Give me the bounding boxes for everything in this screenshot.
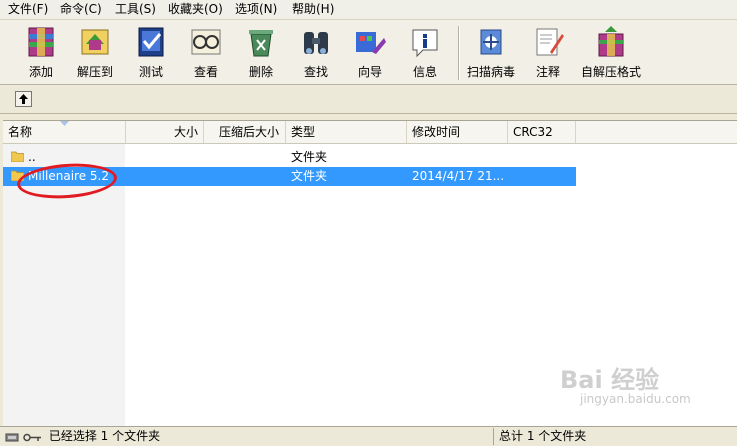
- watermark-url: jingyan.baidu.com: [580, 392, 691, 406]
- toolbar: 添加 解压到 测试 查看 删除 查找 向导 信息 扫描病毒 注释 自解压格式: [0, 20, 737, 85]
- folder-icon: [11, 151, 24, 162]
- view-button[interactable]: 查看: [179, 22, 233, 82]
- item-name: ..: [28, 150, 36, 164]
- column-header: 名称 大小 压缩后大小 类型 修改时间 CRC32: [3, 121, 737, 144]
- list-item[interactable]: .. 文件夹: [3, 148, 737, 167]
- comment-button[interactable]: 注释: [523, 22, 573, 82]
- column-modified[interactable]: 修改时间: [407, 121, 508, 143]
- menu-help[interactable]: 帮助(H): [290, 2, 336, 17]
- column-packed-size[interactable]: 压缩后大小: [204, 121, 286, 143]
- find-button[interactable]: 查找: [289, 22, 343, 82]
- scan-virus-button[interactable]: 扫描病毒: [463, 22, 519, 82]
- watermark-logo: Bai 经验: [560, 366, 660, 394]
- info-icon: [412, 29, 438, 58]
- column-size[interactable]: 大小: [126, 121, 204, 143]
- sfx-button[interactable]: 自解压格式: [577, 22, 645, 82]
- delete-button[interactable]: 删除: [234, 22, 288, 82]
- status-selection: 已经选择 1 个文件夹: [5, 429, 160, 444]
- address-bar: [0, 86, 737, 114]
- wizard-button[interactable]: 向导: [343, 22, 397, 82]
- menu-file[interactable]: 文件(F): [6, 2, 50, 17]
- column-type[interactable]: 类型: [286, 121, 407, 143]
- menu-bar: 文件(F) 命令(C) 工具(S) 收藏夹(O) 选项(N) 帮助(H): [0, 0, 737, 20]
- menu-tools[interactable]: 工具(S): [113, 2, 158, 17]
- delete-recycle-icon: [249, 30, 273, 57]
- up-folder-button[interactable]: [15, 91, 32, 107]
- test-check-icon: [138, 27, 164, 57]
- extract-to-button[interactable]: 解压到: [68, 22, 122, 82]
- view-glasses-icon: [191, 29, 221, 55]
- archive-add-icon: [28, 27, 54, 57]
- item-type: 文件夹: [291, 169, 328, 183]
- info-button[interactable]: 信息: [398, 22, 452, 82]
- virus-scan-icon: [480, 29, 502, 55]
- menu-favorites[interactable]: 收藏夹(O): [166, 2, 225, 17]
- wizard-icon: [356, 32, 386, 54]
- menu-command[interactable]: 命令(C): [58, 2, 104, 17]
- test-button[interactable]: 测试: [124, 22, 178, 82]
- column-crc32[interactable]: CRC32: [508, 121, 576, 143]
- sort-indicator-icon: [60, 121, 69, 126]
- drive-key-icon: [5, 433, 41, 441]
- status-bar: 已经选择 1 个文件夹 总计 1 个文件夹: [0, 426, 737, 446]
- item-type: 文件夹: [291, 150, 328, 164]
- self-extract-icon: [598, 26, 624, 57]
- item-modified: 2014/4/17 21...: [412, 169, 504, 183]
- comment-pen-icon: [536, 28, 564, 56]
- extract-folder-icon: [81, 29, 109, 55]
- toolbar-separator: [458, 26, 460, 80]
- column-name[interactable]: 名称: [3, 121, 126, 143]
- menu-options[interactable]: 选项(N): [233, 2, 279, 17]
- up-arrow-icon: [19, 94, 28, 104]
- status-total: 总计 1 个文件夹: [493, 428, 737, 445]
- binoculars-icon: [304, 32, 328, 54]
- add-button[interactable]: 添加: [14, 22, 68, 82]
